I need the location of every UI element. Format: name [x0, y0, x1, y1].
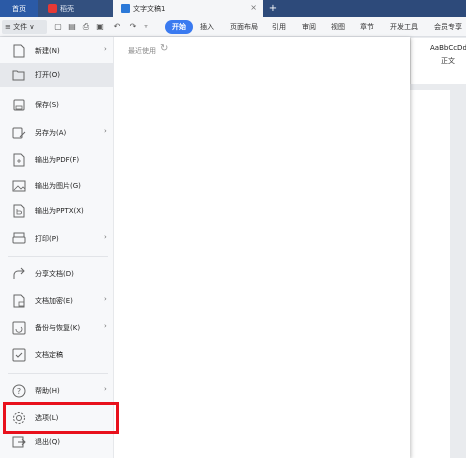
menu-item-label: 另存为(A) — [35, 129, 67, 137]
tab-review[interactable]: 审阅 — [302, 20, 316, 34]
help-icon: ? — [12, 384, 26, 398]
submenu-arrow-icon: › — [104, 295, 107, 303]
new-doc-quick-icon[interactable]: ▢ — [53, 21, 63, 32]
preview-quick-icon[interactable]: ▣ — [95, 21, 105, 32]
recent-files-heading: 最近使用 — [128, 47, 156, 55]
open-quick-icon[interactable]: ▤ — [67, 21, 77, 32]
menu-item-export-image[interactable]: 输出为图片(G) — [0, 174, 114, 198]
menu-item-print[interactable]: 打印(P) › — [0, 227, 114, 251]
tab-insert[interactable]: 插入 — [200, 20, 214, 34]
menu-item-backup[interactable]: 备份与恢复(K) › — [0, 316, 114, 340]
tab-page-layout[interactable]: 页面布局 — [230, 20, 258, 34]
menu-item-label: 打开(O) — [35, 71, 60, 79]
tab-daoke-label: 稻壳 — [60, 4, 74, 13]
tab-start[interactable]: 开始 — [165, 20, 193, 34]
customize-dropdown-icon[interactable]: ▿ — [141, 21, 151, 32]
menu-item-export-pdf[interactable]: 输出为PDF(F) — [0, 148, 114, 172]
menu-item-share[interactable]: 分享文档(D) — [0, 262, 114, 286]
title-bar: 首页 稻壳 文字文稿1 × + — [0, 0, 466, 17]
document-logo-icon — [121, 4, 130, 13]
menu-item-save[interactable]: 保存(S) — [0, 93, 114, 117]
menu-item-help[interactable]: ? 帮助(H) › — [0, 379, 114, 403]
menu-divider — [8, 373, 108, 374]
menu-item-label: 输出为PDF(F) — [35, 156, 80, 164]
options-highlight-box — [3, 402, 119, 434]
submenu-arrow-icon: › — [104, 127, 107, 135]
svg-text:?: ? — [17, 387, 21, 396]
new-doc-icon — [13, 44, 25, 58]
refresh-icon[interactable]: ↻ — [160, 43, 168, 54]
menu-item-finalize[interactable]: 文档定稿 — [0, 343, 114, 367]
menu-item-export-pptx[interactable]: 输出为PPTX(X) — [0, 199, 114, 223]
menu-divider — [8, 256, 108, 257]
menu-item-label: 打印(P) — [35, 235, 59, 243]
menu-item-save-as[interactable]: 另存为(A) › — [0, 121, 114, 145]
export-pptx-icon — [13, 204, 25, 218]
tab-home-label: 首页 — [12, 4, 26, 13]
export-pdf-icon — [13, 153, 25, 167]
tab-daoke[interactable]: 稻壳 — [38, 0, 113, 17]
submenu-arrow-icon: › — [104, 385, 107, 393]
menu-item-label: 文档加密(E) — [35, 297, 73, 305]
menu-item-label: 保存(S) — [35, 101, 59, 109]
submenu-arrow-icon: › — [104, 45, 107, 53]
submenu-arrow-icon: › — [104, 233, 107, 241]
file-dropdown-panel: 新建(N) › 打开(O) 保存(S) 另存为(A) › 输出为PDF(F) 输… — [0, 37, 410, 458]
menu-item-new[interactable]: 新建(N) › — [0, 39, 114, 63]
undo-icon[interactable]: ↶ — [112, 21, 122, 32]
submenu-arrow-icon: › — [104, 322, 107, 330]
share-icon — [13, 267, 25, 279]
exit-icon — [12, 436, 26, 448]
save-as-icon — [12, 127, 26, 139]
menu-item-label: 新建(N) — [35, 47, 60, 55]
menu-item-encrypt[interactable]: 文档加密(E) › — [0, 289, 114, 313]
menu-item-label: 输出为PPTX(X) — [35, 207, 84, 215]
tab-home[interactable]: 首页 — [0, 0, 38, 17]
print-quick-icon[interactable]: ⎙ — [81, 21, 91, 32]
file-menu-list: 新建(N) › 打开(O) 保存(S) 另存为(A) › 输出为PDF(F) 输… — [0, 37, 114, 458]
tab-view[interactable]: 视图 — [331, 20, 345, 34]
finalize-icon — [12, 348, 26, 362]
tab-document[interactable]: 文字文稿1 × — [113, 0, 263, 17]
encrypt-icon — [13, 294, 25, 308]
menu-item-label: 文档定稿 — [35, 351, 63, 359]
new-tab-button[interactable]: + — [263, 0, 283, 17]
ribbon-tab-bar: ≡ 文件 ∨ ▢ ▤ ⎙ ▣ ↶ ↷ ▿ 开始 插入 页面布局 引用 审阅 视图… — [0, 17, 466, 37]
backup-icon — [12, 321, 26, 335]
menu-item-label: 分享文档(D) — [35, 270, 74, 278]
daoke-logo-icon — [48, 4, 57, 13]
tab-references[interactable]: 引用 — [272, 20, 286, 34]
style-sample[interactable]: AaBbCcDd — [430, 44, 466, 52]
save-icon — [13, 99, 25, 111]
menu-item-label: 备份与恢复(K) — [35, 324, 81, 332]
export-image-icon — [12, 180, 26, 192]
redo-icon[interactable]: ↷ — [128, 21, 138, 32]
menu-item-open[interactable]: 打开(O) — [0, 63, 114, 87]
printer-icon — [12, 232, 26, 244]
close-tab-icon[interactable]: × — [250, 3, 257, 12]
tab-member[interactable]: 会员专享 — [434, 20, 462, 34]
menu-item-label: 帮助(H) — [35, 387, 60, 395]
tab-developer[interactable]: 开发工具 — [390, 20, 418, 34]
style-name[interactable]: 正文 — [441, 56, 455, 66]
tab-document-label: 文字文稿1 — [133, 4, 166, 13]
folder-open-icon — [12, 70, 25, 81]
file-menu-button[interactable]: ≡ 文件 ∨ — [2, 20, 47, 34]
tab-chapter[interactable]: 章节 — [360, 20, 374, 34]
menu-item-label: 退出(Q) — [35, 438, 60, 446]
menu-item-label: 输出为图片(G) — [35, 182, 81, 190]
